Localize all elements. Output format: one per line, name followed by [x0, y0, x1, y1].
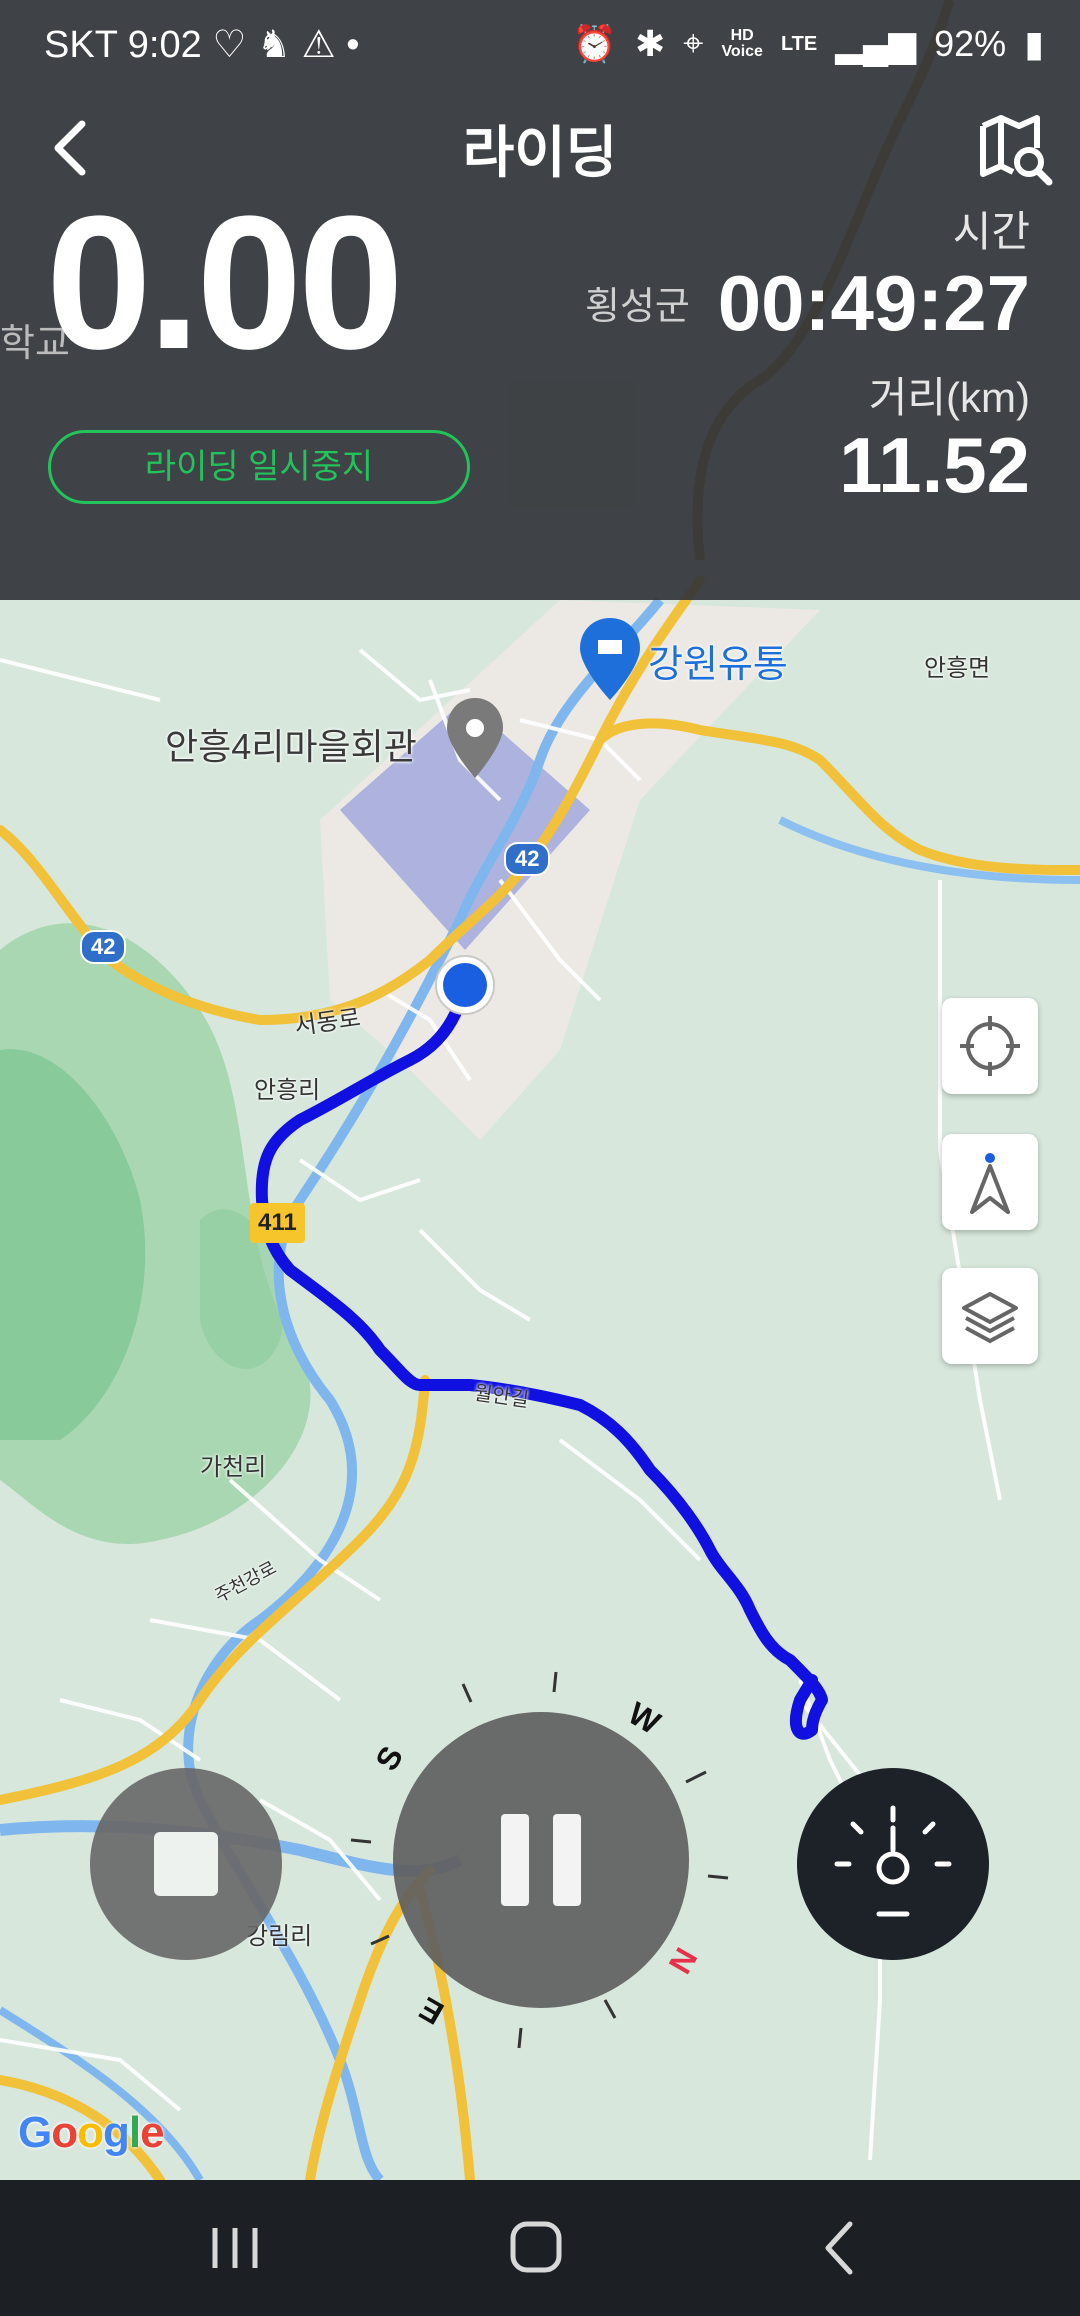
steps-icon: ♞ [256, 24, 292, 66]
layers-icon [962, 1292, 1018, 1344]
hd-voice-icon: HD Voice [721, 26, 763, 60]
navigation-arrow-icon [970, 1153, 1010, 1214]
google-logo: Google [18, 2108, 165, 2157]
clock: 9:02 [127, 24, 202, 66]
warning-icon: ⚠ [301, 24, 336, 66]
current-speed: 0.00 [46, 177, 404, 389]
pause-icon [501, 1814, 529, 1906]
carrier-label: SKT [44, 24, 118, 66]
map-search-icon [980, 115, 1053, 186]
home-icon [510, 2221, 562, 2273]
hd-top-label: HD [730, 26, 754, 44]
signal-icon: ▂▄▆ [835, 22, 917, 64]
status-left: SKT 9:02 ♡ ♞ ⚠ • [44, 22, 360, 67]
recenter-location-button[interactable] [942, 998, 1038, 1094]
status-bar: SKT 9:02 ♡ ♞ ⚠ • ⏰ ✱ ⌖ HD Voice LTE ▂▄▆ 9… [0, 0, 1080, 90]
time-label: 시간 [952, 208, 1030, 255]
alarm-icon: ⏰ [572, 22, 617, 64]
hd-bottom-label: Voice [721, 42, 763, 60]
stop-button[interactable] [90, 1768, 282, 1960]
map-layers-button[interactable] [942, 1268, 1038, 1364]
speedometer-button[interactable] [797, 1768, 989, 1960]
pause-button[interactable] [393, 1712, 689, 2008]
crosshair-icon [960, 1016, 1020, 1076]
gacheon-ri-label: 가천리 [200, 1454, 267, 1481]
stop-icon [154, 1832, 218, 1896]
lte-icon: LTE [780, 32, 818, 55]
recent-apps-icon [212, 2228, 258, 2268]
route-42-shield-center: 42 [504, 842, 551, 876]
poi-store-label[interactable]: 강원유통 [648, 633, 788, 688]
ride-stats-panel: SKT 9:02 ♡ ♞ ⚠ • ⏰ ✱ ⌖ HD Voice LTE ▂▄▆ 9… [0, 0, 1080, 600]
status-icons: ⏰ ✱ ⌖ HD Voice LTE ▂▄▆ 92% ▮ [572, 22, 1044, 65]
battery-label: 92% [934, 22, 1007, 64]
battery-icon: ▮ [1024, 22, 1044, 64]
pause-riding-button[interactable]: 라이딩 일시중지 [48, 430, 470, 504]
route-411-shield: 411 [250, 1203, 305, 1243]
speedometer-icon [834, 1805, 952, 1917]
back-icon [825, 2221, 853, 2275]
bluetooth-icon: ✱ [634, 22, 666, 64]
location-icon: ⌖ [683, 22, 704, 63]
heart-icon: ♡ [212, 24, 247, 66]
pause-icon-bar [553, 1814, 581, 1906]
map-search-button[interactable] [975, 110, 1055, 190]
home-button[interactable] [486, 2210, 586, 2286]
anheung-ri-label: 안흥리 [254, 1077, 321, 1104]
distance-value: 11.52 [839, 421, 1030, 509]
system-nav-bar [0, 2180, 1080, 2316]
dot-icon: • [346, 24, 360, 66]
recent-apps-button[interactable] [185, 2210, 285, 2286]
anheung-myeon-label: 안흥면 [924, 655, 991, 682]
elapsed-time: 00:49:27 [717, 259, 1030, 347]
route-42-shield-left: 42 [80, 930, 127, 964]
nav-back-button[interactable] [790, 2210, 890, 2286]
poi-hall-label[interactable]: 안흥4리마을회관 [165, 718, 417, 770]
distance-label: 거리(km) [868, 374, 1030, 421]
compass-orientation-button[interactable] [942, 1134, 1038, 1230]
hoengseong-label: 횡성군 [585, 286, 690, 328]
